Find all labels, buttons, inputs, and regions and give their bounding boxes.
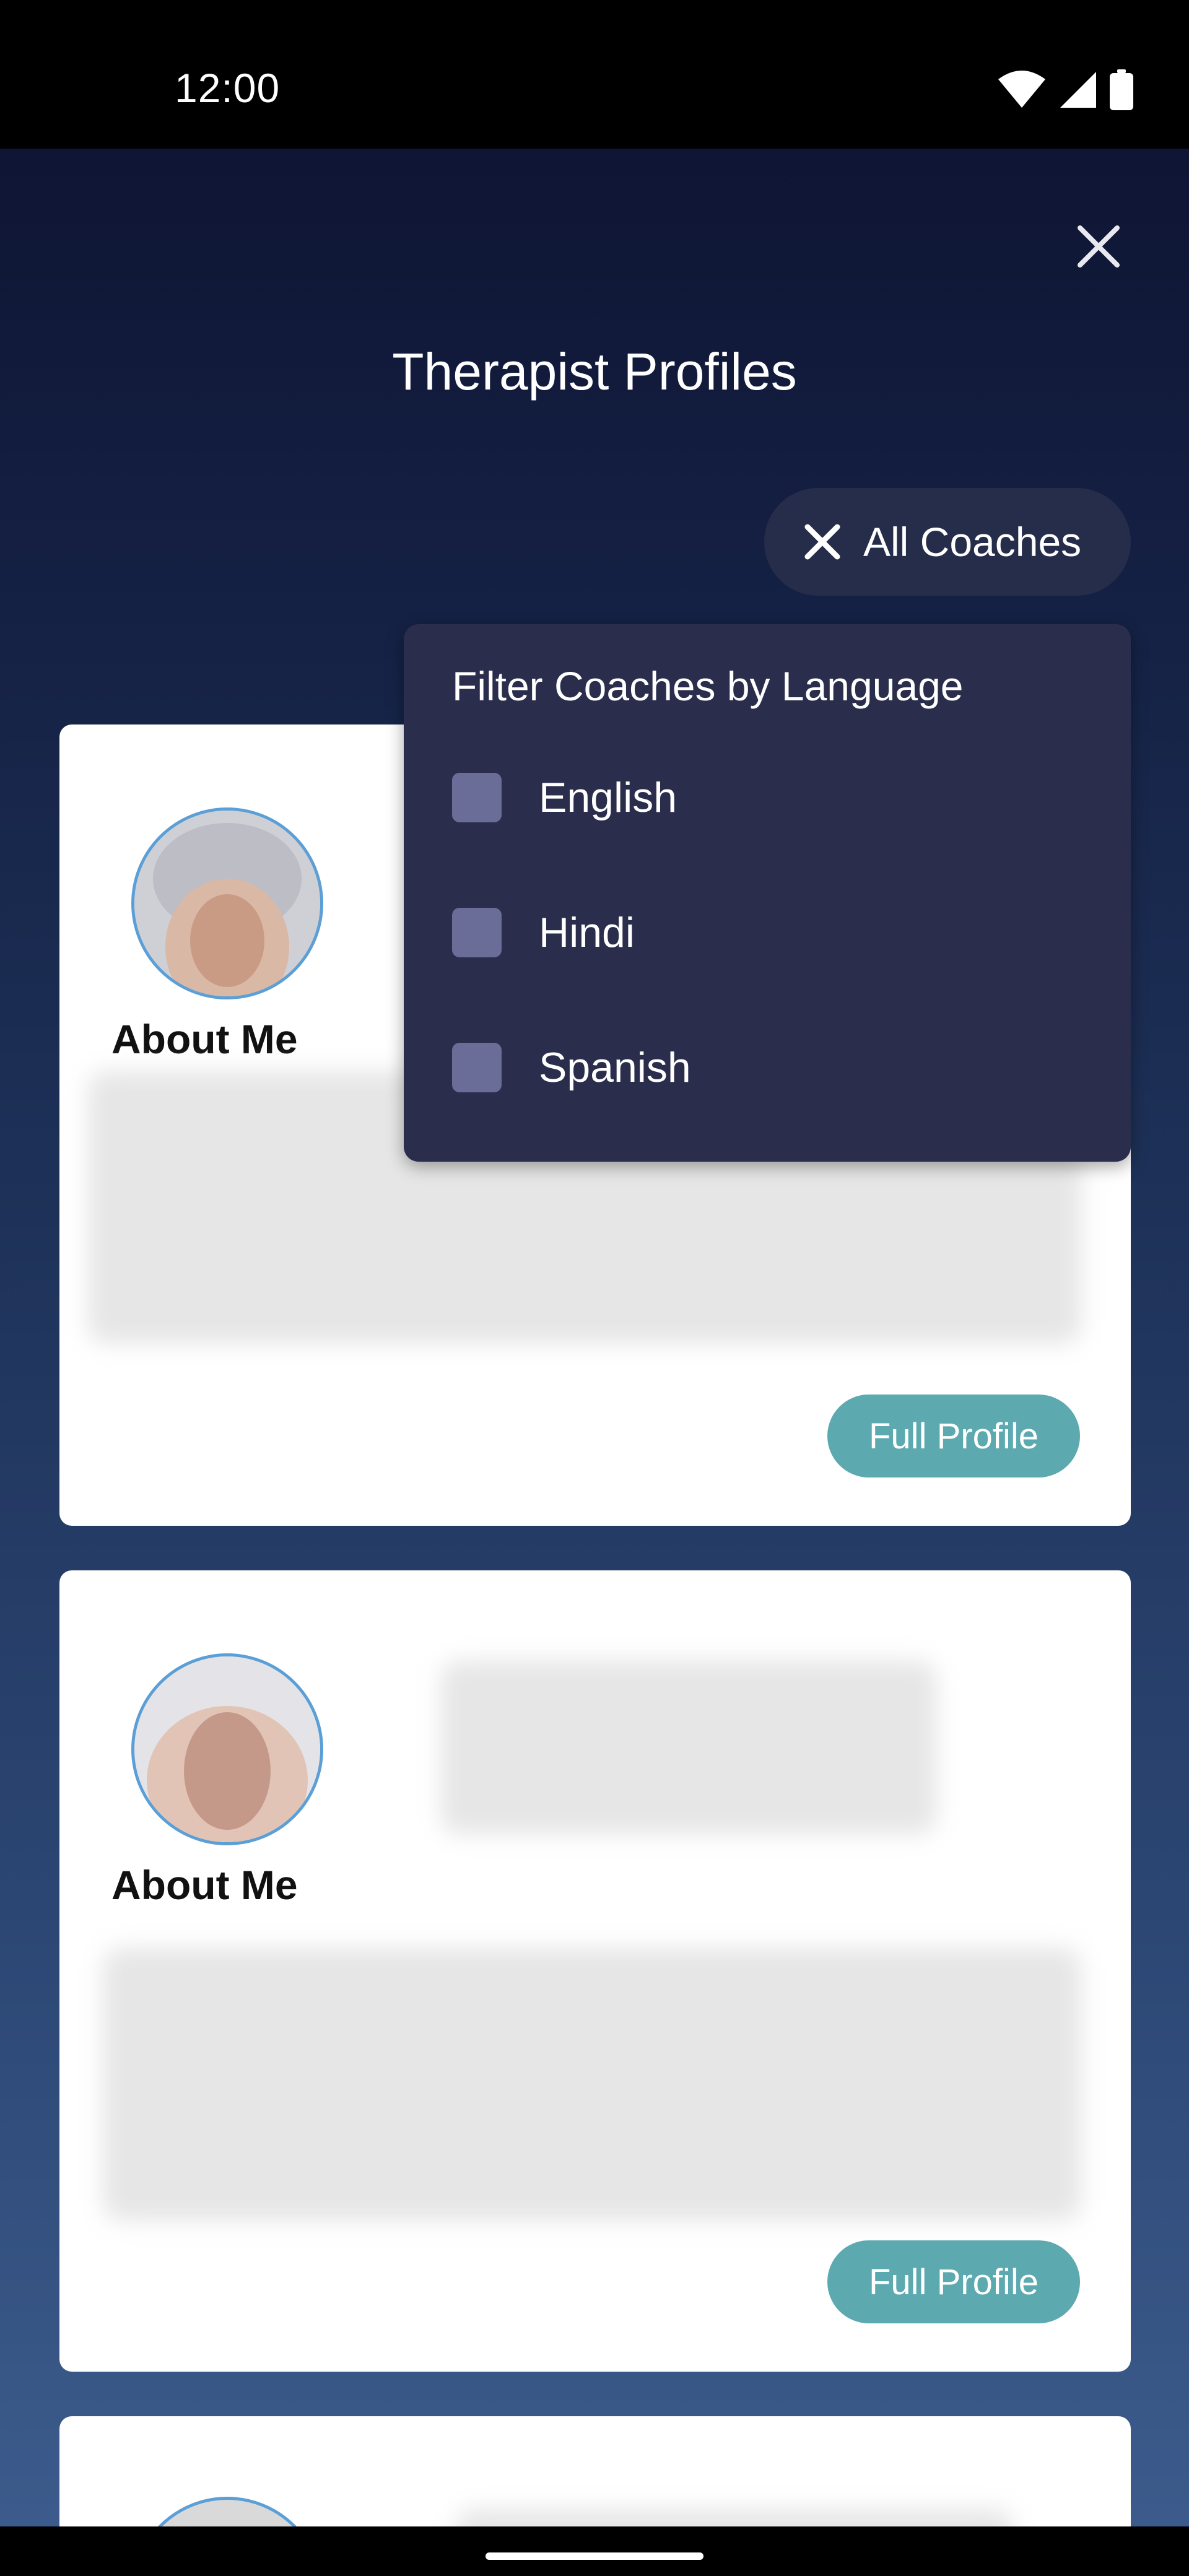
status-bar: 12:00 <box>0 0 1189 149</box>
about-me-heading: About Me <box>111 1862 298 1908</box>
therapist-card <box>59 2416 1131 2526</box>
filter-option-spanish[interactable]: Spanish <box>452 1030 1071 1105</box>
full-profile-button[interactable]: Full Profile <box>827 2240 1080 2323</box>
avatar <box>131 1653 323 1845</box>
redacted-name <box>456 2509 1013 2526</box>
language-filter-dropdown: Filter Coaches by Language English Hindi… <box>404 624 1131 1162</box>
therapist-profiles-screen: Therapist Profiles All Coaches About Me … <box>0 149 1189 2526</box>
about-me-heading: About Me <box>111 1016 298 1062</box>
chip-label: All Coaches <box>863 519 1082 565</box>
redacted-name <box>441 1661 936 1834</box>
all-coaches-filter-chip[interactable]: All Coaches <box>764 488 1131 596</box>
battery-icon <box>1110 69 1133 110</box>
full-profile-button[interactable]: Full Profile <box>827 1395 1080 1477</box>
status-time: 12:00 <box>175 65 281 111</box>
avatar <box>131 2497 323 2526</box>
system-nav-bar <box>0 2526 1189 2576</box>
close-icon <box>1078 225 1120 268</box>
checkbox[interactable] <box>452 773 502 822</box>
page-title: Therapist Profiles <box>392 342 797 401</box>
filter-option-english[interactable]: English <box>452 760 1071 835</box>
option-label: Spanish <box>539 1044 691 1091</box>
filter-title: Filter Coaches by Language <box>452 663 964 709</box>
option-label: English <box>539 774 677 821</box>
signal-icon <box>1059 71 1097 109</box>
close-icon <box>804 524 840 560</box>
wifi-icon <box>997 71 1047 109</box>
close-button[interactable] <box>1063 211 1135 282</box>
avatar <box>131 807 323 999</box>
home-gesture-handle[interactable] <box>486 2552 703 2560</box>
option-label: Hindi <box>539 909 635 956</box>
checkbox[interactable] <box>452 908 502 957</box>
checkbox[interactable] <box>452 1043 502 1092</box>
therapist-card: About Me Full Profile <box>59 1570 1131 2372</box>
redacted-bio <box>103 1948 1081 2221</box>
filter-option-hindi[interactable]: Hindi <box>452 895 1071 970</box>
status-icons <box>997 69 1133 110</box>
